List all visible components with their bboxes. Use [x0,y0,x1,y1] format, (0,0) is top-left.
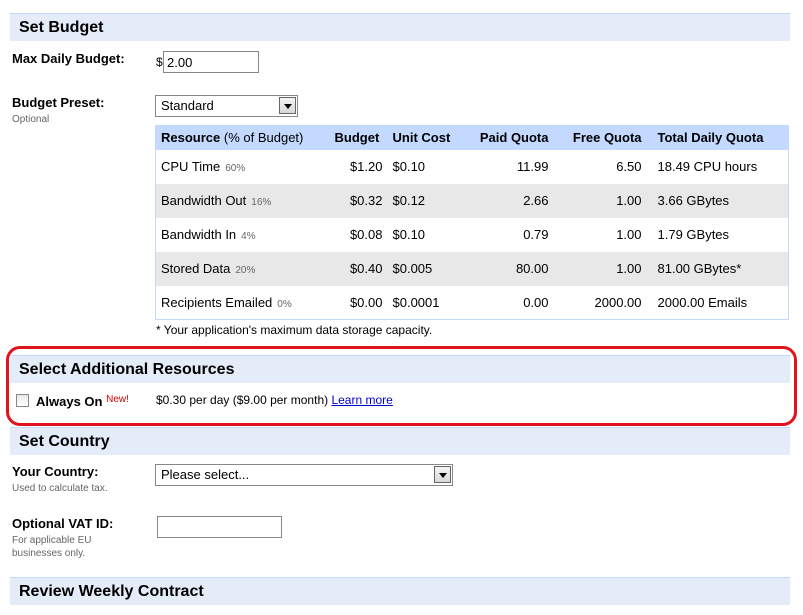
budget-preset-select[interactable]: Standard [155,95,298,117]
country-select[interactable]: Please select... [155,464,453,486]
row-budget: $0.00 [349,294,383,310]
row-total: 18.49 CPU hours [657,159,758,174]
row-free: 1.00 [616,227,642,242]
new-badge: New! [106,394,129,405]
storage-footnote: * Your application's maximum data storag… [156,323,433,337]
row-budget: $0.40 [329,251,388,286]
col-budget: Budget [329,125,388,150]
vat-id-sublabel: For applicable EU businesses only. [12,535,92,559]
your-country-sublabel: Used to calculate tax. [12,483,108,494]
col-unit-cost: Unit Cost [387,125,464,150]
vat-id-label: Optional VAT ID: [12,516,114,531]
row-total: 2000.00 Emails [657,294,748,310]
row-resource: Bandwidth Out 16% [155,183,330,218]
row-unit-cost: $0.005 [387,251,464,286]
row-budget: $0.08 [349,227,383,242]
review-contract-header: Review Weekly Contract [10,577,790,605]
row-free: 2000.00 [594,294,642,310]
row-paid: 80.00 [463,251,554,286]
row-budget: $0.32 [329,183,388,218]
row-unit-cost: $0.10 [392,159,426,174]
country-select-value: Please select... [161,467,250,482]
currency-symbol: $ [156,55,163,69]
your-country-label: Your Country: [12,464,99,479]
set-budget-title: Set Budget [19,19,104,36]
budget-preset-sublabel: Optional [12,114,50,125]
learn-more-link[interactable]: Learn more [331,393,392,407]
quota-table: Resource (% of Budget) Budget Unit Cost … [155,125,789,320]
row-unit-cost: $0.12 [387,183,464,218]
max-daily-budget-label: Max Daily Budget: [12,51,125,66]
col-resource: Resource (% of Budget) [155,125,330,150]
row-total: 81.00 GBytes* [646,251,789,286]
table-row: Bandwidth Out 16% $0.32 $0.12 2.66 1.00 3… [155,183,789,218]
chevron-down-icon[interactable] [279,97,296,114]
table-row: Bandwidth In 4% $0.08 $0.10 0.79 1.00 1.7… [156,218,789,252]
review-contract-title: Review Weekly Contract [19,583,204,600]
set-budget-header: Set Budget [10,13,790,41]
row-unit-cost: $0.10 [392,227,426,242]
col-paid-quota: Paid Quota [463,125,554,150]
col-total-daily-quota: Total Daily Quota [646,125,789,150]
set-country-header: Set Country [10,427,790,455]
row-resource: CPU Time 60% [161,159,246,174]
row-paid: 2.66 [463,183,554,218]
row-paid: 0.79 [523,227,549,242]
row-total: 1.79 GBytes [657,227,730,242]
row-free: 1.00 [553,183,647,218]
chevron-down-icon[interactable] [434,466,451,483]
additional-resources-title: Select Additional Resources [19,361,235,378]
row-resource: Bandwidth In 4% [161,227,256,242]
row-resource: Recipients Emailed 0% [161,294,292,310]
row-resource: Stored Data 20% [155,251,330,286]
table-row: Stored Data 20% $0.40 $0.005 80.00 1.00 8… [155,251,789,286]
max-daily-budget-input[interactable] [163,51,259,73]
budget-preset-label: Budget Preset: [12,95,105,110]
row-total: 3.66 GBytes [646,183,789,218]
row-unit-cost: $0.0001 [392,294,440,310]
row-paid: 11.99 [516,159,549,174]
vat-id-input[interactable] [157,516,282,538]
set-country-title: Set Country [19,433,110,450]
col-free-quota: Free Quota [553,125,647,150]
quota-table-header: Resource (% of Budget) Budget Unit Cost … [155,125,789,150]
additional-resources-header: Select Additional Resources [10,355,790,383]
table-row: Recipients Emailed 0% $0.00 $0.0001 0.00 … [156,286,789,320]
row-free: 6.50 [616,159,642,174]
always-on-price: $0.30 per day ($9.00 per month) Learn mo… [156,393,393,407]
table-row: CPU Time 60% $1.20 $0.10 11.99 6.50 18.49… [156,150,789,184]
row-free: 1.00 [553,251,647,286]
row-paid: 0.00 [523,294,549,310]
always-on-checkbox[interactable] [16,394,29,407]
always-on-label: Always On New! [36,394,129,409]
row-budget: $1.20 [349,159,383,174]
budget-preset-value: Standard [161,98,214,113]
